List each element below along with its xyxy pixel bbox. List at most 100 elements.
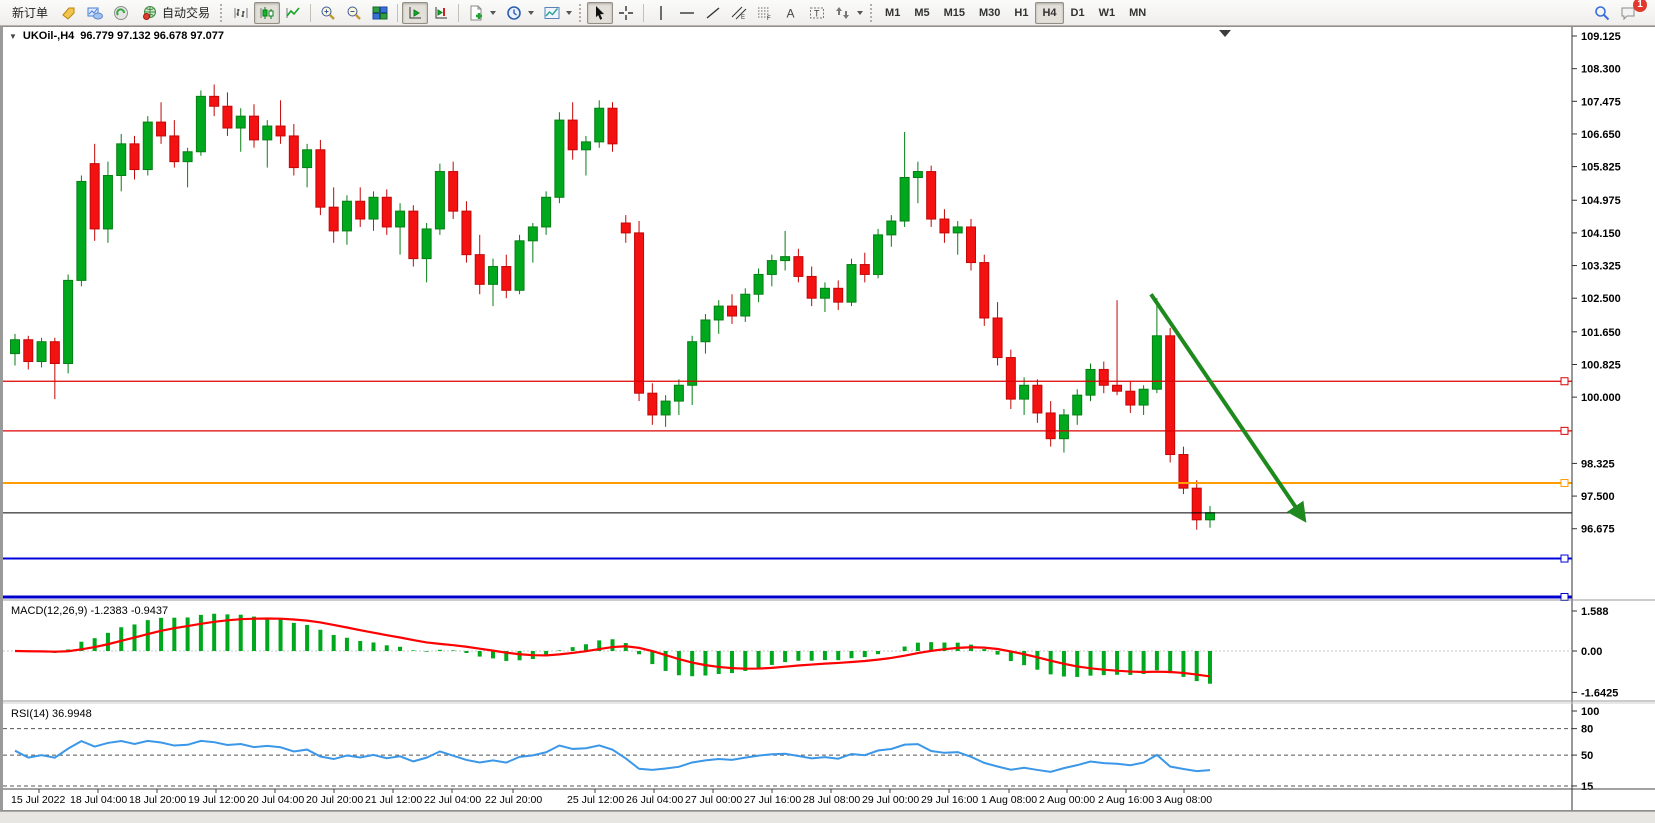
price-tick-label: 104.975 [1581,195,1621,207]
candle-body [236,116,245,128]
crosshair-button[interactable] [613,2,639,24]
candle-body [1046,413,1055,439]
dropdown-caret-icon [528,11,534,15]
toolbar-separator [643,4,644,22]
hline-anchor[interactable] [1561,479,1568,486]
candle-body [11,340,20,354]
depth-of-market-button[interactable] [56,2,82,24]
equidistant-channel-button[interactable]: E [726,2,752,24]
channel-icon: E [731,5,747,21]
candle-body [754,274,763,294]
chart-profile-button[interactable] [539,2,577,24]
timeframe-w1-button[interactable]: W1 [1092,2,1123,24]
autotrading-label: 自动交易 [162,4,210,21]
candlestick-chart-button[interactable] [254,2,280,24]
zoom-out-button[interactable] [341,2,367,24]
price-chart: 100.40199.14897.83197.07795.92294.950109… [3,27,1655,810]
candle-body [887,221,896,235]
timeframe-m5-button[interactable]: M5 [907,2,936,24]
autotrading-button[interactable]: 自动交易 [134,2,218,24]
virtual-hosting-button[interactable] [82,2,108,24]
cursor-button[interactable] [587,2,613,24]
hline-anchor[interactable] [1561,594,1568,601]
candle-body [1059,415,1068,439]
timeframe-m30-button[interactable]: M30 [972,2,1007,24]
candle-body [953,227,962,233]
timeframe-label: M5 [914,7,929,19]
arrows-tool-button[interactable] [830,2,868,24]
candle-body [913,172,922,178]
candle-body [940,219,949,233]
price-tick-label: 103.325 [1581,261,1621,273]
price-tick-label: 98.325 [1581,458,1615,470]
candle-body [24,340,33,362]
candle-body [1139,389,1148,405]
crosshair-icon [618,5,634,21]
candle-body [980,263,989,318]
auto-scroll-icon [407,5,423,21]
chart-profile-icon [544,5,560,21]
trendline-button[interactable] [700,2,726,24]
timeframe-m1-button[interactable]: M1 [878,2,907,24]
candle-body [396,211,405,227]
timeframe-h1-button[interactable]: H1 [1007,2,1035,24]
hline-anchor[interactable] [1561,555,1568,562]
candle-body [648,393,657,415]
candle-body [422,229,431,259]
auto-scroll-button[interactable] [402,2,428,24]
zoom-in-button[interactable] [315,2,341,24]
rsi-tick-label: 15 [1581,781,1593,793]
new-chart-button[interactable] [463,2,501,24]
rsi-tick-label: 80 [1581,724,1593,736]
chart-shift-button[interactable] [428,2,454,24]
candle-body [1073,395,1082,415]
period-menu-button[interactable] [501,2,539,24]
time-tick-label: 29 Jul 16:00 [921,794,978,806]
search-button[interactable] [1589,2,1615,24]
horizontal-line-button[interactable] [674,2,700,24]
vertical-line-button[interactable] [648,2,674,24]
label-tool-button[interactable]: T [804,2,830,24]
candle-body [568,120,577,150]
time-tick-label: 22 Jul 20:00 [485,794,542,806]
candle-body [834,288,843,302]
candle-body [90,164,99,229]
line-chart-button[interactable] [280,2,306,24]
candle-body [103,176,112,229]
candle-body [581,142,590,150]
candle-body [1086,369,1095,395]
tile-windows-icon [372,5,388,21]
timeframe-d1-button[interactable]: D1 [1064,2,1092,24]
new-order-button[interactable]: 新订单 [4,2,56,24]
collapse-chart-icon[interactable]: ▼ [9,32,17,41]
chat-button[interactable]: 1 [1615,2,1641,24]
candle-body [303,150,312,168]
candle-body [714,306,723,320]
hline-anchor[interactable] [1561,378,1568,385]
time-tick-label: 29 Jul 00:00 [862,794,919,806]
timeframe-label: M30 [979,7,1000,19]
cursor-arrow-icon [592,5,608,21]
autotrading-globe-icon [142,5,158,21]
candle-body [130,144,139,170]
text-tool-button[interactable]: A [778,2,804,24]
candle-body [143,122,152,169]
timeframe-mn-button[interactable]: MN [1122,2,1153,24]
timeframe-m15-button[interactable]: M15 [937,2,972,24]
tile-windows-button[interactable] [367,2,393,24]
time-tick-label: 2 Aug 16:00 [1098,794,1154,806]
timeframe-label: M1 [885,7,900,19]
time-tick-label: 26 Jul 04:00 [626,794,683,806]
community-button[interactable] [108,2,134,24]
bar-chart-button[interactable] [228,2,254,24]
candle-body [449,172,458,212]
candle-body [807,276,816,298]
candle-body [847,265,856,303]
timeframe-h4-button[interactable]: H4 [1035,2,1063,24]
candle-body [475,255,484,285]
price-tick-label: 105.825 [1581,162,1621,174]
candle-body [927,172,936,219]
candle-body [369,197,378,219]
hline-anchor[interactable] [1561,427,1568,434]
fibonacci-button[interactable]: F [752,2,778,24]
